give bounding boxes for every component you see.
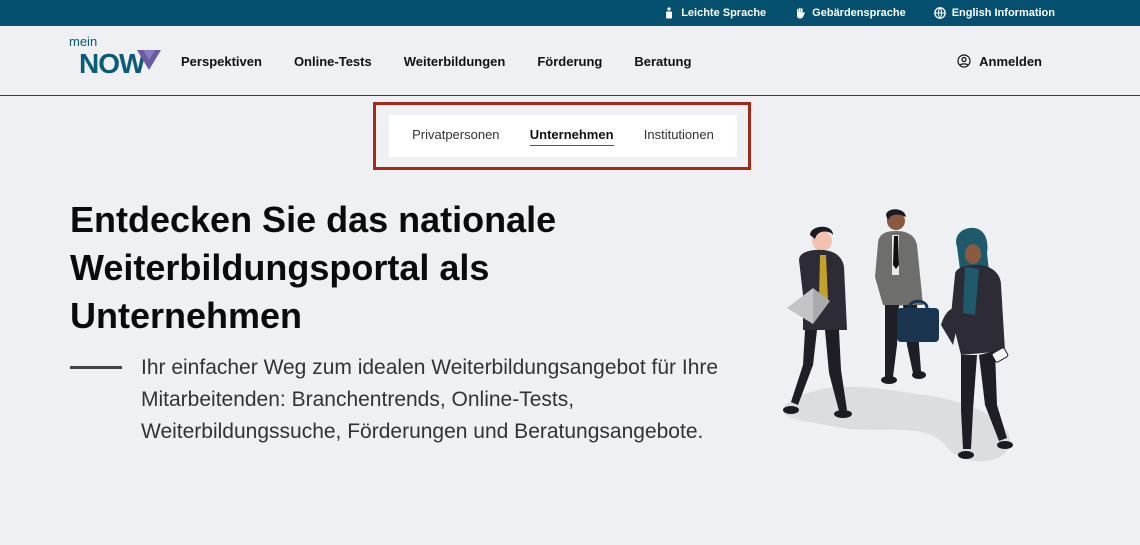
- hero-title-line-1: Entdecken Sie das nationale: [70, 199, 557, 240]
- sign-language-icon: [797, 7, 805, 19]
- nav-beratung[interactable]: Beratung: [634, 54, 691, 69]
- logo-triangle-icon: [137, 50, 161, 70]
- sign-language-label: Gebärdensprache: [812, 7, 906, 19]
- main-nav: Perspektiven Online-Tests Weiterbildunge…: [181, 26, 691, 96]
- hero-description: Ihr einfacher Weg zum idealen Weiterbild…: [141, 356, 719, 443]
- tab-institutionen[interactable]: Institutionen: [644, 127, 714, 145]
- easy-language-link[interactable]: Leichte Sprache: [663, 7, 766, 19]
- hero-divider: [70, 366, 122, 369]
- english-information-label: English Information: [951, 7, 1055, 19]
- audience-tabs: Privatpersonen Unternehmen Institutionen: [389, 115, 737, 157]
- hero-title: Entdecken Sie das nationale Weiterbildun…: [70, 196, 690, 340]
- business-people-illustration: [783, 209, 1013, 462]
- nav-weiterbildungen[interactable]: Weiterbildungen: [404, 54, 506, 69]
- english-information-link[interactable]: English Information: [933, 7, 1055, 19]
- nav-foerderung[interactable]: Förderung: [537, 54, 602, 69]
- globe-icon: [933, 7, 946, 19]
- tab-unternehmen[interactable]: Unternehmen: [529, 127, 614, 146]
- mein-now-logo[interactable]: mein NOW: [69, 34, 164, 84]
- easy-language-icon: [666, 7, 673, 19]
- hero-title-line-2: Weiterbildungsportal als: [70, 247, 490, 288]
- logo-small-text: mein: [69, 34, 98, 49]
- login-label: Anmelden: [979, 53, 1042, 69]
- easy-language-label: Leichte Sprache: [681, 7, 767, 19]
- site-header: mein NOW Perspektiven Online-Tests Weite…: [0, 26, 1140, 96]
- logo-big-text: NOW: [79, 48, 145, 79]
- utility-bar: Leichte Sprache Gebärdensprache English …: [0, 0, 1140, 26]
- user-icon: [957, 54, 971, 68]
- login-button[interactable]: Anmelden: [957, 26, 1042, 96]
- tab-privatpersonen[interactable]: Privatpersonen: [412, 127, 499, 145]
- nav-online-tests[interactable]: Online-Tests: [294, 54, 372, 69]
- sign-language-link[interactable]: Gebärdensprache: [794, 7, 906, 19]
- hero-title-line-3: Unternehmen: [70, 295, 303, 336]
- nav-perspektiven[interactable]: Perspektiven: [181, 54, 262, 69]
